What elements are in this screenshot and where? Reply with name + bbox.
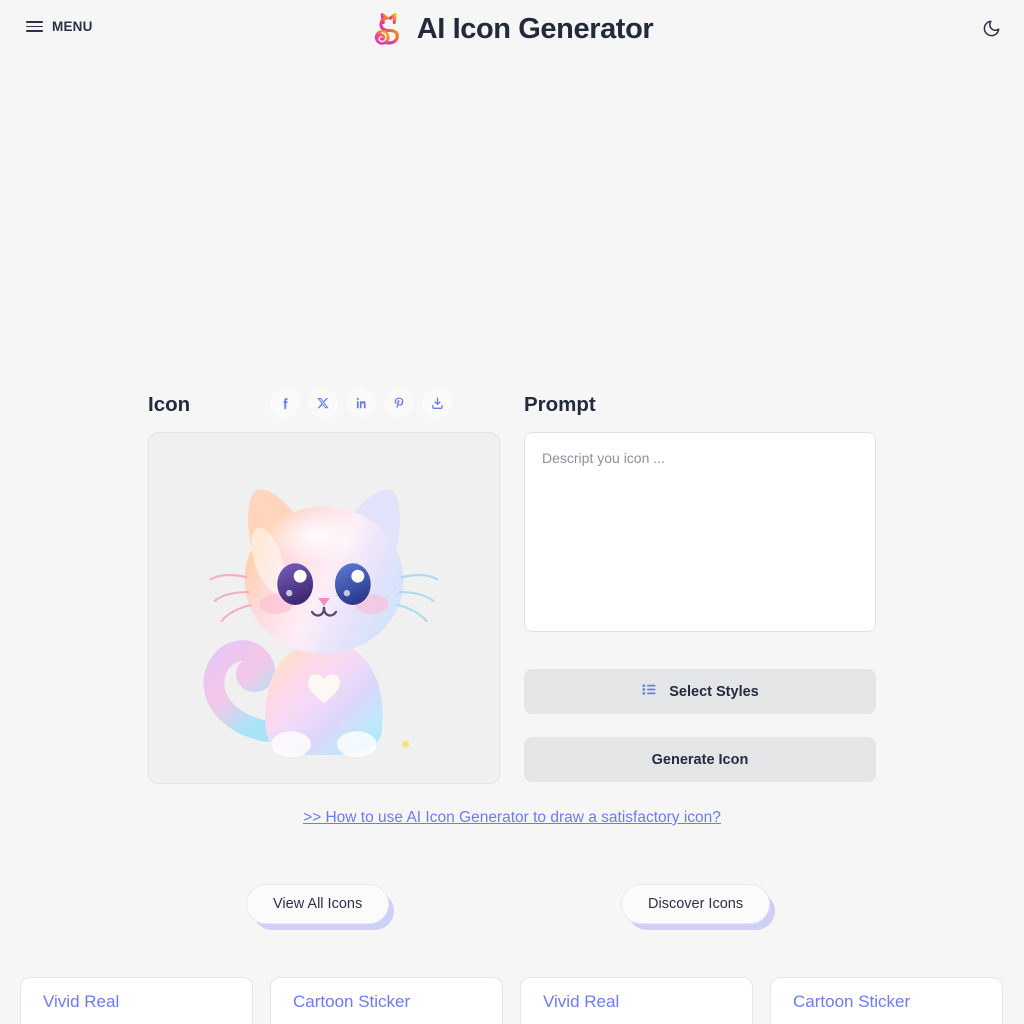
share-pinterest-button[interactable] (384, 388, 414, 418)
download-button[interactable] (422, 388, 452, 418)
view-all-icons-label: View All Icons (273, 896, 363, 912)
icon-panel-header: Icon (148, 388, 500, 422)
select-styles-button[interactable]: Select Styles (524, 669, 876, 714)
theme-toggle-button[interactable] (978, 18, 1004, 44)
x-icon (316, 396, 330, 410)
style-card[interactable]: Vivid Real (520, 977, 753, 1024)
list-icon (641, 681, 658, 702)
menu-button-label: MENU (52, 19, 93, 34)
cat-logo-icon (371, 9, 405, 49)
generator-workspace: Icon Prompt Descript you icon ... Select… (148, 388, 876, 1012)
prompt-panel-header: Prompt (524, 388, 876, 422)
share-facebook-button[interactable] (270, 388, 300, 418)
app-title: AI Icon Generator (416, 12, 654, 45)
style-card[interactable]: Cartoon Sticker (270, 977, 503, 1024)
pinterest-icon (392, 396, 407, 411)
hamburger-icon (26, 21, 43, 32)
style-card-label: Cartoon Sticker (793, 992, 911, 1011)
cta-row: View All Icons Discover Icons (0, 884, 1024, 928)
menu-button[interactable]: MENU (26, 19, 93, 34)
icon-preview-panel[interactable] (148, 432, 500, 784)
social-share-row (270, 388, 452, 418)
generate-icon-label: Generate Icon (651, 751, 749, 768)
style-card-label: Vivid Real (43, 992, 120, 1011)
style-card[interactable]: Vivid Real (20, 977, 253, 1024)
prompt-panel-title: Prompt (524, 393, 596, 416)
download-icon (430, 396, 445, 411)
view-all-icons-button[interactable]: View All Icons (246, 884, 390, 924)
brand[interactable]: AI Icon Generator (371, 9, 654, 49)
moon-icon (982, 19, 1001, 43)
prompt-input[interactable] (524, 432, 876, 632)
style-card-label: Cartoon Sticker (293, 992, 411, 1011)
holographic-cat-icon (149, 433, 499, 783)
select-styles-label: Select Styles (669, 683, 759, 700)
generate-icon-button[interactable]: Generate Icon (524, 737, 876, 782)
discover-icons-label: Discover Icons (648, 896, 744, 912)
share-x-button[interactable] (308, 388, 338, 418)
how-to-use-link[interactable]: >> How to use AI Icon Generator to draw … (148, 809, 876, 827)
share-linkedin-button[interactable] (346, 388, 376, 418)
linkedin-icon (354, 396, 368, 410)
app-header: MENU AI Icon Generator (0, 0, 1024, 60)
style-card[interactable]: Cartoon Sticker (770, 977, 1003, 1024)
style-cards-strip: Vivid Real Cartoon Sticker Vivid Real Ca… (0, 977, 1024, 1024)
facebook-icon (278, 396, 293, 411)
discover-icons-button[interactable]: Discover Icons (621, 884, 771, 924)
icon-panel-title: Icon (148, 393, 191, 416)
style-card-label: Vivid Real (543, 992, 620, 1011)
panel-headers: Icon Prompt (148, 388, 876, 424)
